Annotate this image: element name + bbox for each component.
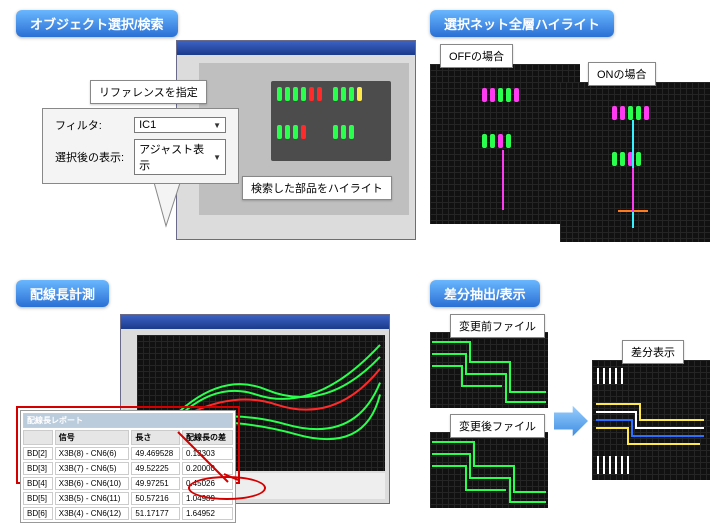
pcb-off	[430, 64, 580, 224]
callout-reference: リファレンスを指定	[90, 80, 207, 104]
pcb-on	[560, 82, 710, 242]
section-net-highlight: 選択ネット全層ハイライト OFFの場合 ONの場合	[430, 10, 710, 240]
display-mode-value: アジャスト表示	[139, 141, 213, 173]
chevron-down-icon: ▼	[213, 153, 221, 162]
leader-line	[176, 430, 246, 490]
display-mode-label: 選択後の表示:	[51, 137, 128, 177]
section-diff: 差分抽出/表示 変更前ファイル 変更後ファイル 差分表示	[430, 280, 710, 510]
section2-title: 選択ネット全層ハイライト	[430, 10, 614, 37]
section3-title: 配線長計測	[16, 280, 109, 307]
pcb-before	[430, 332, 548, 408]
highlighted-component	[271, 81, 391, 161]
filter-dropdown[interactable]: IC1 ▼	[134, 117, 226, 133]
app-titlebar	[121, 315, 389, 329]
app-titlebar	[177, 41, 415, 55]
pcb-diff	[592, 360, 710, 480]
table-row: BD[6]X3B(4) - CN6(12)51.171771.64952	[23, 507, 233, 520]
pcb-after	[430, 432, 548, 508]
callout-on: ONの場合	[588, 62, 656, 86]
section-wire-length: 配線長計測 配線長レポート 信号 長さ 配線長の差	[16, 280, 396, 510]
section4-title: 差分抽出/表示	[430, 280, 540, 307]
callout-off: OFFの場合	[440, 44, 513, 68]
filter-value: IC1	[139, 119, 156, 131]
section1-title: オブジェクト選択/検索	[16, 10, 178, 37]
arrow-icon	[554, 404, 588, 438]
chevron-down-icon: ▼	[213, 121, 221, 130]
callout-after: 変更後ファイル	[450, 414, 545, 438]
callout-diff: 差分表示	[622, 340, 684, 364]
filter-panel: フィルタ: IC1 ▼ 選択後の表示: アジャスト表示 ▼	[42, 108, 239, 184]
report-title: 配線長レポート	[23, 413, 233, 428]
filter-label: フィルタ:	[51, 115, 128, 135]
display-mode-dropdown[interactable]: アジャスト表示 ▼	[134, 139, 226, 175]
callout-highlight: 検索した部品をハイライト	[242, 176, 392, 200]
callout-before: 変更前ファイル	[450, 314, 545, 338]
section-object-select: オブジェクト選択/検索	[16, 10, 396, 240]
